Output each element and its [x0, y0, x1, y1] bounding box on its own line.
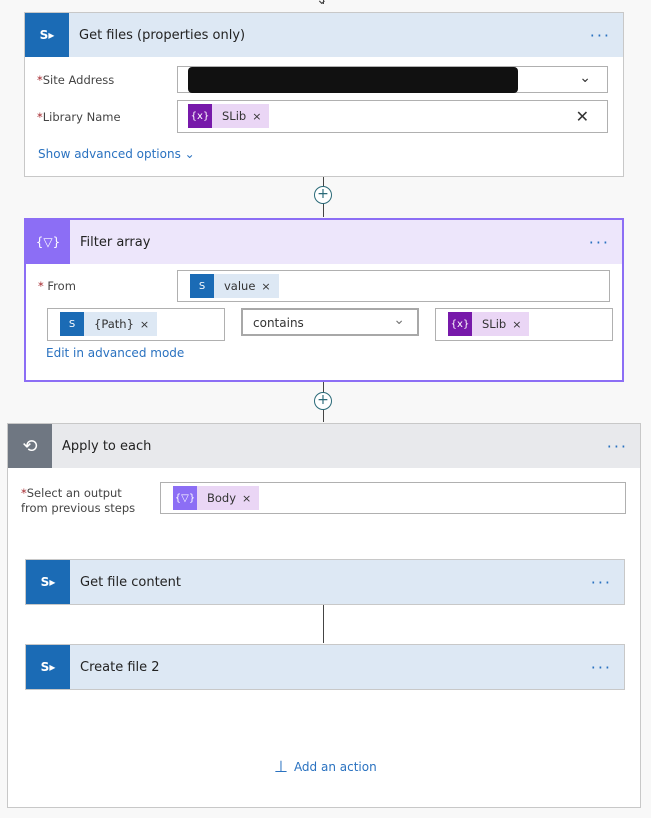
select-output-input[interactable]: {▽} Body ×	[160, 482, 626, 514]
sharepoint-icon: S ▸	[25, 13, 69, 57]
card-title: Create file 2	[80, 659, 160, 675]
arrow-down-icon: ⌄	[316, 0, 328, 8]
from-label: * From	[38, 279, 76, 293]
loop-icon: ⟲	[8, 424, 52, 468]
filter-array-card: {▽} Filter array ··· * From S value × S {…	[24, 218, 624, 382]
get-file-content-header: S ▸ Get file content ···	[26, 560, 624, 604]
sharepoint-icon: S	[190, 274, 214, 298]
condition-right-input[interactable]: {x} SLib ×	[435, 308, 613, 341]
card-title: Get file content	[80, 574, 182, 590]
card-title: Get files (properties only)	[79, 27, 246, 43]
create-file-card[interactable]: S ▸ Create file 2 ···	[25, 644, 625, 690]
remove-token-icon[interactable]: ×	[242, 492, 259, 505]
token-slib[interactable]: {x} SLib ×	[448, 312, 530, 336]
remove-token-icon[interactable]: ×	[140, 318, 157, 331]
insert-step-button[interactable]: +	[314, 392, 332, 410]
variable-icon: {x}	[448, 312, 472, 336]
token-slib[interactable]: {x} SLib ×	[188, 104, 270, 128]
show-advanced-options-link[interactable]: Show advanced options ⌄	[38, 147, 195, 161]
insert-step-button[interactable]: +	[314, 186, 332, 204]
edit-advanced-mode-link[interactable]: Edit in advanced mode	[46, 346, 184, 360]
chevron-down-icon: ⌄	[579, 70, 591, 86]
connector	[323, 605, 324, 643]
token-body[interactable]: {▽} Body ×	[173, 486, 260, 510]
from-input[interactable]: S value ×	[177, 270, 610, 302]
filter-icon: {▽}	[173, 486, 197, 510]
library-name-label: *Library Name	[37, 110, 121, 124]
sharepoint-icon: S ▸	[26, 560, 70, 604]
site-address-label: *Site Address	[37, 73, 115, 87]
site-address-dropdown[interactable]: ⌄	[177, 66, 608, 93]
remove-token-icon[interactable]: ×	[252, 110, 269, 123]
chevron-down-icon: ⌄	[393, 312, 405, 328]
get-files-card: S ▸ Get files (properties only) ··· *Site…	[24, 12, 624, 177]
redaction	[188, 67, 518, 93]
remove-token-icon[interactable]: ×	[512, 318, 529, 331]
more-options-button[interactable]: ···	[590, 26, 611, 45]
remove-token-icon[interactable]: ×	[261, 280, 278, 293]
variable-icon: {x}	[188, 104, 212, 128]
token-path[interactable]: S {Path} ×	[60, 312, 158, 336]
more-options-button[interactable]: ···	[607, 437, 628, 456]
library-name-input[interactable]: {x} SLib × ✕	[177, 100, 608, 133]
apply-to-each-header[interactable]: ⟲ Apply to each ···	[8, 424, 640, 468]
card-title: Filter array	[80, 234, 151, 250]
more-options-button[interactable]: ···	[591, 658, 612, 677]
clear-icon[interactable]: ✕	[576, 107, 589, 126]
create-file-header: S ▸ Create file 2 ···	[26, 645, 624, 689]
add-action-icon: ⊥	[274, 757, 288, 776]
apply-to-each-card: ⟲ Apply to each ··· *Select an output fro…	[7, 423, 641, 808]
sharepoint-icon: S	[60, 312, 84, 336]
condition-left-input[interactable]: S {Path} ×	[47, 308, 225, 341]
select-output-label: *Select an output from previous steps	[21, 486, 136, 515]
get-file-content-card[interactable]: S ▸ Get file content ···	[25, 559, 625, 605]
add-action-button[interactable]: ⊥ Add an action	[274, 757, 377, 776]
more-options-button[interactable]: ···	[591, 573, 612, 592]
more-options-button[interactable]: ···	[589, 233, 610, 252]
token-value[interactable]: S value ×	[190, 274, 279, 298]
operator-dropdown[interactable]: contains ⌄	[241, 308, 419, 336]
card-title: Apply to each	[62, 438, 152, 454]
sharepoint-icon: S ▸	[26, 645, 70, 689]
filter-icon: {▽}	[26, 220, 70, 264]
get-files-header[interactable]: S ▸ Get files (properties only) ···	[25, 13, 623, 57]
filter-array-header[interactable]: {▽} Filter array ···	[26, 220, 622, 264]
